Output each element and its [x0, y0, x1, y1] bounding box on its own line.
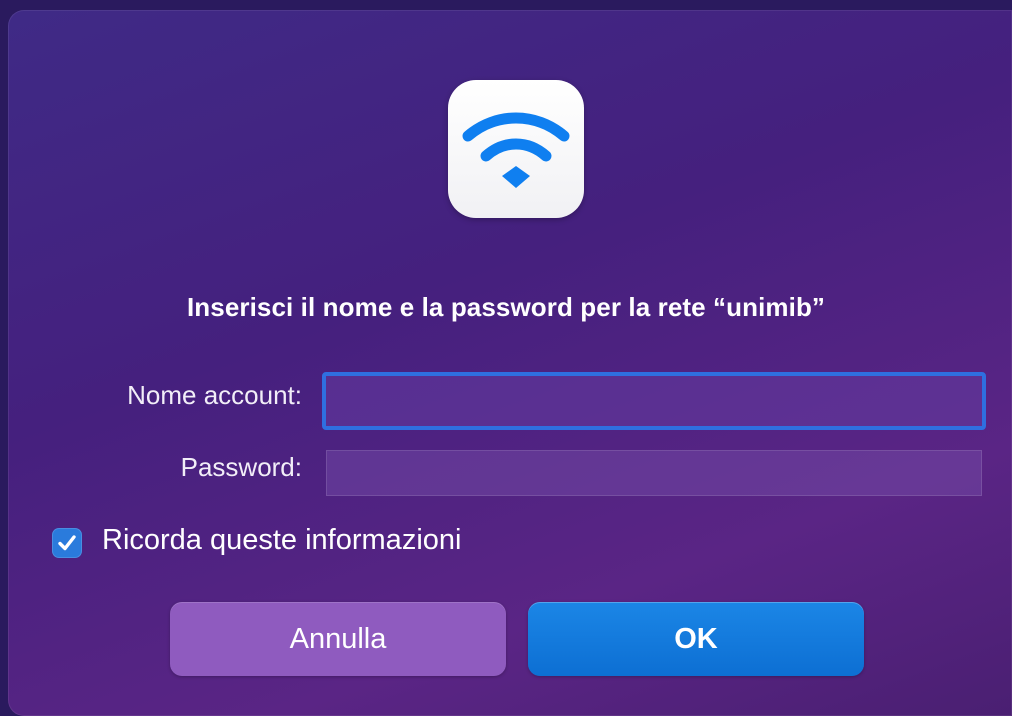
account-name-input[interactable]: [322, 372, 986, 430]
password-input[interactable]: [326, 450, 982, 496]
remember-label[interactable]: Ricorda queste informazioni: [102, 524, 461, 557]
cancel-button[interactable]: Annulla: [170, 602, 506, 676]
remember-checkbox[interactable]: [52, 528, 82, 558]
account-label: Nome account:: [127, 380, 302, 410]
password-label: Password:: [180, 452, 302, 482]
dialog-title: Inserisci il nome e la password per la r…: [186, 292, 826, 322]
checkmark-icon: [58, 535, 76, 551]
wifi-app-icon: [448, 80, 584, 218]
wifi-icon: [462, 112, 570, 188]
ok-button[interactable]: OK: [528, 602, 864, 676]
